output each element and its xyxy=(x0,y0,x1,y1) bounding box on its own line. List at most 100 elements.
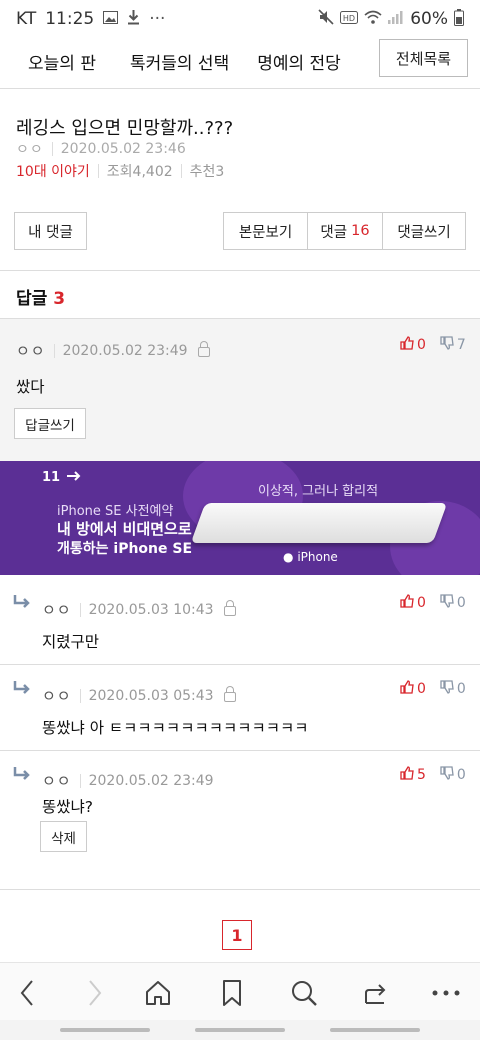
reply-meta: ㅇㅇ 2020.05.03 05:43 xyxy=(42,685,236,706)
carrier: KT xyxy=(16,9,37,29)
search-icon[interactable] xyxy=(286,975,322,1011)
browser-toolbar xyxy=(0,962,480,1020)
reply-author: ㅇㅇ xyxy=(42,687,72,705)
top-nav: 오늘의 판 톡커들의 선택 명예의 전당 전체목록 xyxy=(0,38,480,84)
ad-banner[interactable]: 11 iPhone SE 사전예약 내 방에서 비대면으로 개통하는 iPhon… xyxy=(0,461,480,575)
share-icon[interactable] xyxy=(358,975,394,1011)
ad-line-2: 내 방에서 비대면으로 xyxy=(57,520,192,538)
ad-line-3: 개통하는 iPhone SE xyxy=(57,541,193,557)
divider xyxy=(180,164,182,178)
reply-datetime: 2020.05.03 05:43 xyxy=(88,687,214,704)
view-body-button[interactable]: 본문보기 xyxy=(223,212,308,250)
lock-icon[interactable] xyxy=(223,599,236,616)
thumbs-up-icon xyxy=(400,594,414,612)
write-reply-button[interactable]: 답글쓰기 xyxy=(14,408,86,439)
nav-talkers-choice[interactable]: 톡커들의 선택 xyxy=(130,49,229,74)
upvote-button[interactable]: 0 xyxy=(400,594,426,612)
downvote-count: 0 xyxy=(456,595,466,611)
downvote-button[interactable]: 0 xyxy=(440,680,466,698)
reply-arrow-icon xyxy=(12,680,32,700)
upvote-count: 0 xyxy=(417,337,426,353)
reply-arrow-icon xyxy=(12,594,32,614)
lock-icon[interactable] xyxy=(223,685,236,702)
parent-comment-votes: 0 7 xyxy=(400,336,466,354)
divider xyxy=(97,164,99,178)
thumbs-up-icon xyxy=(400,766,414,784)
replies-label: 답글 xyxy=(16,289,48,309)
download-icon xyxy=(127,9,140,29)
thumbs-down-icon xyxy=(440,594,454,612)
page-button-current[interactable]: 1 xyxy=(222,920,252,950)
upvote-count: 0 xyxy=(417,595,426,611)
divider xyxy=(79,773,81,788)
nav-hall-of-fame[interactable]: 명예의 전당 xyxy=(257,49,341,74)
comments-count: 16 xyxy=(351,223,370,239)
divider xyxy=(79,688,81,703)
nav-handle[interactable] xyxy=(195,1028,285,1032)
lock-icon[interactable] xyxy=(197,340,210,357)
comments-button[interactable]: 댓글 16 xyxy=(307,212,383,250)
ad-brand: 11 xyxy=(42,470,61,485)
comment-text: 쌌다 xyxy=(16,378,45,396)
upvote-button[interactable]: 5 xyxy=(400,766,426,784)
gallery-icon xyxy=(103,10,119,28)
upvote-button[interactable]: 0 xyxy=(400,680,426,698)
ad-tagline: 이상적, 그러나 합리적 xyxy=(258,484,379,499)
nav-handle[interactable] xyxy=(330,1028,420,1032)
downvote-button[interactable]: 0 xyxy=(440,766,466,784)
post-stats: 10대 이야기 조회4,402 추천3 xyxy=(16,161,224,181)
nav-handle[interactable] xyxy=(60,1028,150,1032)
divider xyxy=(53,343,55,358)
thumbs-down-icon xyxy=(440,680,454,698)
upvote-count: 5 xyxy=(417,767,426,783)
more-icon[interactable] xyxy=(428,975,464,1011)
post-datetime: 2020.05.02 23:46 xyxy=(60,141,186,157)
battery-percent: 60% xyxy=(410,9,448,29)
divider xyxy=(0,750,480,751)
delete-button[interactable]: 삭제 xyxy=(40,821,87,852)
thumbs-down-icon xyxy=(440,336,454,354)
reply-datetime: 2020.05.02 23:49 xyxy=(88,772,214,789)
svg-text:HD: HD xyxy=(343,14,355,23)
upvote-button[interactable]: 0 xyxy=(400,336,426,354)
mute-icon xyxy=(318,9,334,29)
reply-datetime: 2020.05.03 10:43 xyxy=(88,601,214,618)
write-comment-button[interactable]: 댓글쓰기 xyxy=(382,212,466,250)
all-list-button[interactable]: 전체목록 xyxy=(379,39,468,77)
forward-icon[interactable] xyxy=(76,975,112,1011)
more-status-icon: ··· xyxy=(149,9,166,29)
replies-count: 3 xyxy=(53,289,66,309)
downvote-count: 0 xyxy=(456,681,466,697)
post-meta: ㅇㅇ 2020.05.02 23:46 xyxy=(16,139,186,159)
signal-icon xyxy=(388,10,404,28)
downvote-button[interactable]: 7 xyxy=(440,336,466,354)
ad-product: ● iPhone xyxy=(283,550,338,564)
apple-icon: ● xyxy=(283,550,294,564)
divider xyxy=(0,664,480,665)
downvote-count: 0 xyxy=(456,767,466,783)
reply-votes: 5 0 xyxy=(400,766,466,784)
reply-votes: 0 0 xyxy=(400,594,466,612)
divider xyxy=(0,270,480,271)
wifi-icon xyxy=(364,10,382,28)
back-icon[interactable] xyxy=(10,975,46,1011)
bookmark-icon[interactable] xyxy=(214,975,250,1011)
post-recommend: 추천3 xyxy=(189,164,225,180)
reply-text: 똥쌌냐? xyxy=(42,798,94,816)
my-comments-button[interactable]: 내 댓글 xyxy=(14,212,87,250)
divider xyxy=(0,889,480,890)
phone-image xyxy=(190,503,448,543)
reply-text: 지렸구만 xyxy=(42,633,100,651)
comments-label: 댓글 xyxy=(320,224,348,241)
post-author: ㅇㅇ xyxy=(16,142,44,158)
downvote-button[interactable]: 0 xyxy=(440,594,466,612)
nav-today[interactable]: 오늘의 판 xyxy=(28,49,96,74)
hd-icon: HD xyxy=(340,10,359,28)
system-nav-bar xyxy=(0,1020,480,1040)
upvote-count: 0 xyxy=(417,681,426,697)
thumbs-up-icon xyxy=(400,680,414,698)
post-category[interactable]: 10대 이야기 xyxy=(16,161,90,181)
home-icon[interactable] xyxy=(140,975,176,1011)
divider xyxy=(79,602,81,617)
reply-meta: ㅇㅇ 2020.05.03 10:43 xyxy=(42,599,236,620)
